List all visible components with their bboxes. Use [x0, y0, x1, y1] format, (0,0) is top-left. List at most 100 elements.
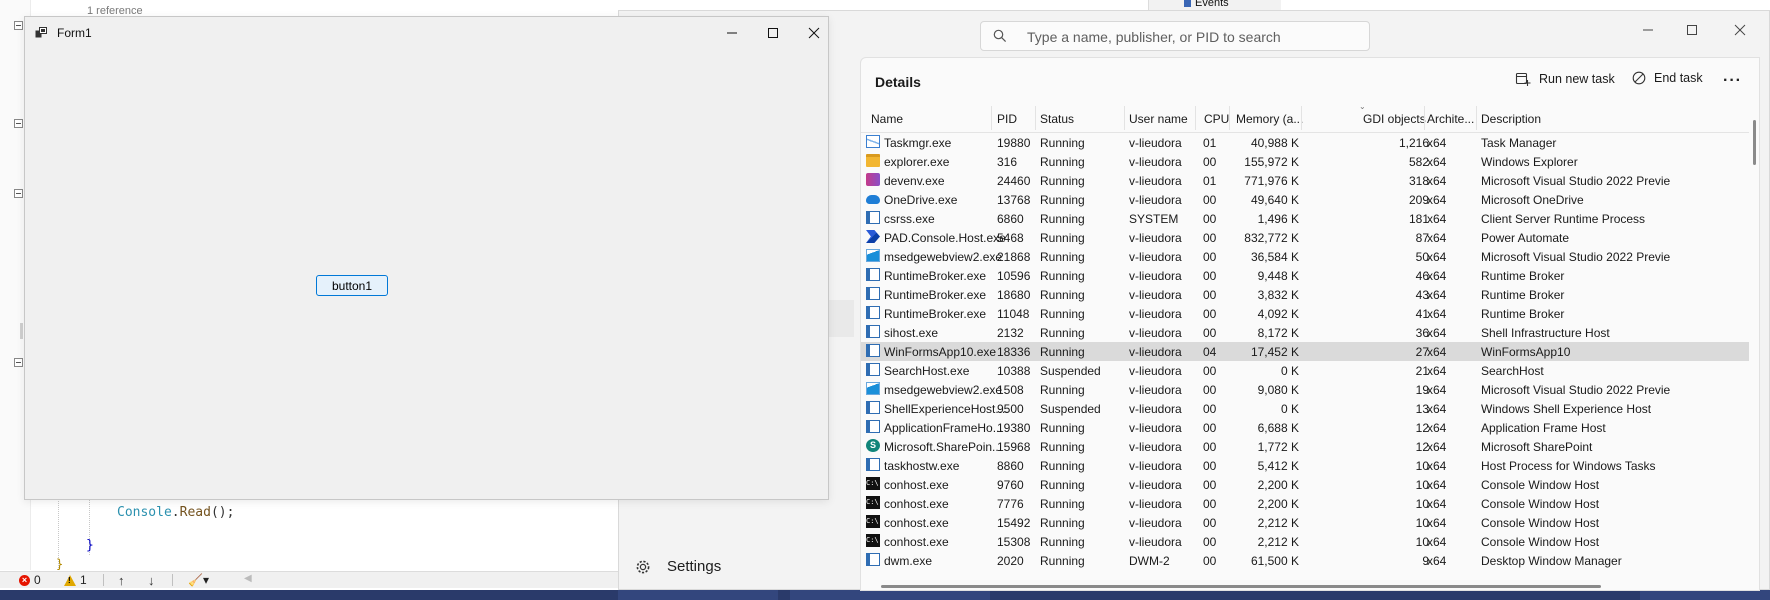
column-header-name[interactable]: Name	[871, 112, 903, 126]
settings-nav-item[interactable]: Settings	[635, 558, 721, 575]
cell-pid: 2020	[997, 554, 1024, 568]
table-row[interactable]: OneDrive.exe 13768 Running v-lieudora 00 49,6…	[861, 190, 1749, 209]
cell-pid: 10596	[997, 269, 1031, 283]
column-header-cpu[interactable]: CPU	[1204, 112, 1229, 126]
column-resize-handle[interactable]	[991, 106, 992, 130]
taskbar-segment[interactable]	[1640, 590, 1770, 600]
table-row[interactable]: ApplicationFrameHo... 19380 Running v-lieud…	[861, 418, 1749, 437]
end-task-button[interactable]: End task	[1632, 71, 1703, 85]
column-header-user[interactable]: User name	[1129, 112, 1188, 126]
run-new-task-button[interactable]: Run new task	[1515, 71, 1615, 87]
cell-pid: 15308	[997, 535, 1031, 549]
cell-arch: x64	[1427, 269, 1447, 283]
code-line[interactable]: Console.Read();	[117, 505, 234, 520]
arrow-up-icon[interactable]: ↑	[118, 573, 125, 588]
table-row[interactable]: msedgewebview2.exe 1508 Running v-lieudora 0…	[861, 380, 1749, 399]
form1-close-button[interactable]	[799, 22, 829, 44]
table-row[interactable]: sihost.exe 2132 Running v-lieudora 00 8,172 K…	[861, 323, 1749, 342]
taskbar-segment[interactable]	[618, 590, 778, 600]
maximize-button[interactable]	[1678, 19, 1706, 41]
table-row[interactable]: taskhostw.exe 8860 Running v-lieudora 00 5,41…	[861, 456, 1749, 475]
search-input[interactable]	[1025, 26, 1359, 48]
column-header-mem[interactable]: Memory (a...	[1236, 112, 1303, 126]
form1-maximize-button[interactable]	[758, 22, 788, 44]
window-icon	[866, 306, 880, 319]
collapse-toggle[interactable]	[14, 119, 23, 128]
column-resize-handle[interactable]	[1195, 106, 1196, 130]
table-row[interactable]: C:\ conhost.exe 9760 Running v-lieudora 00 2,2…	[861, 475, 1749, 494]
table-row[interactable]: csrss.exe 6860 Running SYSTEM 00 1,496 K 181 x6…	[861, 209, 1749, 228]
error-count[interactable]: × 0	[19, 573, 41, 587]
cell-user: v-lieudora	[1129, 307, 1182, 321]
more-options-button[interactable]: ···	[1723, 72, 1742, 90]
table-row[interactable]: RuntimeBroker.exe 18680 Running v-lieudora 0…	[861, 285, 1749, 304]
cell-name: conhost.exe	[884, 535, 949, 549]
webview-icon	[866, 249, 880, 262]
column-header-status[interactable]: Status	[1040, 112, 1074, 126]
cell-user: v-lieudora	[1129, 402, 1182, 416]
cell-cpu: 00	[1203, 383, 1217, 397]
vertical-scrollbar[interactable]	[1753, 120, 1756, 165]
cell-desc: Application Frame Host	[1481, 421, 1606, 435]
cell-cpu: 00	[1203, 307, 1217, 321]
table-row[interactable]: SearchHost.exe 10388 Suspended v-lieudora 00…	[861, 361, 1749, 380]
sharepoint-icon: S	[866, 439, 880, 452]
table-row[interactable]: Taskmgr.exe 19880 Running v-lieudora 01 40,98…	[861, 133, 1749, 152]
properties-events-label[interactable]: Events	[1195, 0, 1229, 9]
column-header-pid[interactable]: PID	[997, 112, 1017, 126]
taskbar-segment[interactable]	[790, 590, 990, 600]
column-resize-handle[interactable]	[1301, 106, 1302, 130]
horizontal-scrollbar[interactable]	[881, 585, 1601, 588]
warning-count[interactable]: 1	[64, 573, 87, 587]
column-header-arch[interactable]: Archite...	[1427, 112, 1474, 126]
cell-pid: 1508	[997, 383, 1024, 397]
minimize-button[interactable]	[1634, 19, 1662, 41]
button1[interactable]: button1	[316, 275, 388, 296]
collapse-toggle[interactable]	[14, 21, 23, 30]
table-row[interactable]: ShellExperienceHost.... 9500 Suspended v-li…	[861, 399, 1749, 418]
table-row[interactable]: devenv.exe 24460 Running v-lieudora 01 771,97…	[861, 171, 1749, 190]
column-resize-handle[interactable]	[1476, 106, 1477, 130]
code-cleanup-icon[interactable]: 🧹▾	[188, 573, 209, 587]
warning-icon	[64, 574, 76, 586]
column-resize-handle[interactable]	[1124, 106, 1125, 130]
cell-status: Running	[1040, 421, 1085, 435]
minimize-icon	[1643, 29, 1653, 31]
search-box[interactable]	[980, 21, 1370, 51]
column-resize-handle[interactable]	[1035, 106, 1036, 130]
collapse-toggle[interactable]	[14, 189, 23, 198]
column-resize-handle[interactable]	[1424, 106, 1425, 130]
table-row[interactable]: WinFormsApp10.exe 18336 Running v-lieudora 0…	[861, 342, 1749, 361]
table-row[interactable]: RuntimeBroker.exe 10596 Running v-lieudora 0…	[861, 266, 1749, 285]
column-resize-handle[interactable]	[1229, 106, 1230, 130]
cell-user: v-lieudora	[1129, 364, 1182, 378]
table-row[interactable]: C:\ conhost.exe 7776 Running v-lieudora 00 2,2…	[861, 494, 1749, 513]
cell-cpu: 00	[1203, 497, 1217, 511]
table-row[interactable]: explorer.exe 316 Running v-lieudora 00 155,97…	[861, 152, 1749, 171]
collapse-toggle[interactable]	[14, 358, 23, 367]
cell-cpu: 00	[1203, 231, 1217, 245]
arrow-down-icon[interactable]: ↓	[148, 573, 155, 588]
table-row[interactable]: S Microsoft.SharePoin... 15968 Running v-lie…	[861, 437, 1749, 456]
scroll-left-icon[interactable]: ◀	[244, 573, 252, 584]
cell-user: v-lieudora	[1129, 155, 1182, 169]
form1-minimize-button[interactable]	[717, 22, 747, 44]
cell-user: v-lieudora	[1129, 231, 1182, 245]
cell-cpu: 00	[1203, 212, 1217, 226]
cell-mem: 0 K	[1280, 364, 1299, 378]
table-row[interactable]: RuntimeBroker.exe 11048 Running v-lieudora 0…	[861, 304, 1749, 323]
taskbar	[0, 590, 1770, 600]
code-closing-brace[interactable]: }	[86, 538, 94, 553]
table-row[interactable]: C:\ conhost.exe 15308 Running v-lieudora 00 2,…	[861, 532, 1749, 551]
table-row[interactable]: C:\ conhost.exe 15492 Running v-lieudora 00 2,…	[861, 513, 1749, 532]
table-row[interactable]: PAD.Console.Host.exe 5468 Running v-lieudor…	[861, 228, 1749, 247]
column-header-gdi[interactable]: GDI objects	[1363, 112, 1426, 126]
form1-titlebar[interactable]: Form1	[25, 17, 828, 47]
column-header-desc[interactable]: Description	[1481, 112, 1541, 126]
sort-descending-icon: ⌄	[1359, 102, 1366, 111]
table-row[interactable]: msedgewebview2.exe 21868 Running v-lieudora…	[861, 247, 1749, 266]
table-row[interactable]: dwm.exe 2020 Running DWM-2 00 61,500 K 9 x64 Des…	[861, 551, 1749, 570]
cell-name: msedgewebview2.exe	[884, 250, 1003, 264]
cell-user: v-lieudora	[1129, 497, 1182, 511]
close-button[interactable]	[1726, 19, 1754, 41]
